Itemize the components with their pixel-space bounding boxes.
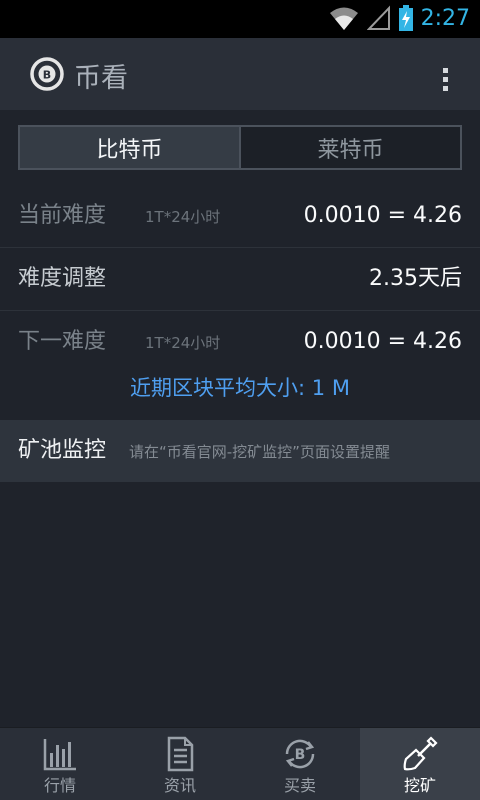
nav-market[interactable]: 行情 [0,728,120,800]
cell-signal-icon [366,5,390,30]
difficulty-adjust-label: 难度调整 [18,266,107,291]
action-bar: B 币看 [0,38,480,110]
svg-text:B: B [295,747,306,763]
nav-news[interactable]: 资讯 [120,728,240,800]
bitcoin-exchange-icon: B [285,739,315,769]
pool-monitor-row[interactable]: 矿池监控 请在“币看官网-挖矿监控”页面设置提醒 [0,420,480,482]
tab-bitcoin[interactable]: 比特币 [20,127,241,168]
document-icon [167,736,194,772]
coin-tabs: 比特币 莱特币 [18,125,462,170]
current-difficulty-label: 当前难度 [18,203,107,228]
next-difficulty-row: 下一难度 1T*24小时 0.0010 = 4.26 [0,311,480,373]
wifi-icon [329,7,358,30]
current-difficulty-row: 当前难度 1T*24小时 0.0010 = 4.26 [0,185,480,247]
next-difficulty-unit: 1T*24小时 [145,334,221,352]
pool-monitor-label: 矿池监控 [18,438,107,463]
nav-news-label: 资讯 [163,776,196,795]
svg-text:B: B [43,69,51,82]
pool-monitor-hint: 请在“币看官网-挖矿监控”页面设置提醒 [129,443,390,461]
difficulty-adjust-value: 2.35天后 [369,266,462,291]
nav-mining-label: 挖矿 [403,776,436,795]
current-difficulty-unit: 1T*24小时 [145,208,221,226]
nav-market-label: 行情 [43,776,76,795]
status-bar: 2:27 [0,0,480,38]
shovel-icon [403,736,438,771]
nav-trade[interactable]: B 买卖 [240,728,360,800]
battery-charging-icon [398,5,413,31]
next-difficulty-label: 下一难度 [18,329,107,354]
overflow-menu-icon[interactable] [440,68,450,94]
clock: 2:27 [420,5,470,31]
current-difficulty-value: 0.0010 = 4.26 [303,203,462,228]
next-difficulty-value: 0.0010 = 4.26 [303,329,462,354]
app-title: 币看 [74,63,128,94]
tab-litecoin[interactable]: 莱特币 [241,127,460,168]
block-size-text: 近期区块平均大小: 1 M [130,376,350,400]
nav-trade-label: 买卖 [283,776,316,795]
bottom-nav: 行情 资讯 B 买卖 挖矿 [0,727,480,800]
app-logo-icon[interactable]: B [30,57,64,91]
difficulty-adjust-row: 难度调整 2.35天后 [0,248,480,310]
nav-mining[interactable]: 挖矿 [360,728,480,800]
bar-chart-icon [43,739,76,771]
